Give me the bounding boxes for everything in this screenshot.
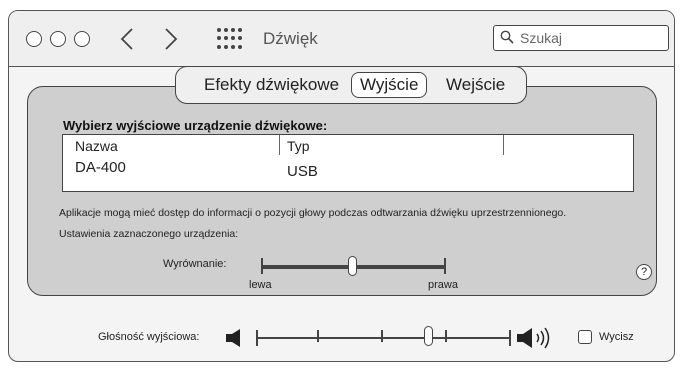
- search-icon: [500, 30, 514, 44]
- output-volume-label: Głośność wyjściowa:: [98, 331, 200, 343]
- search-input[interactable]: Szukaj: [493, 25, 669, 51]
- device-settings-heading: Ustawienia zaznaczonego urządzenia:: [59, 228, 239, 240]
- search-placeholder: Szukaj: [520, 30, 563, 46]
- device-type: USB: [287, 163, 318, 180]
- mute-label: Wycisz: [599, 331, 634, 343]
- balance-label: Wyrównanie:: [163, 258, 227, 270]
- column-divider: [503, 135, 504, 155]
- volume-tick: [256, 330, 258, 346]
- volume-tick: [381, 330, 383, 342]
- help-button[interactable]: ?: [636, 264, 652, 280]
- balance-left-label: lewa: [249, 279, 272, 291]
- volume-tick: [445, 330, 447, 342]
- chevron-right-icon[interactable]: [159, 25, 183, 53]
- tab-bar: Efekty dźwiękowe Wyjście Wejście: [175, 66, 527, 104]
- title-bar: Dźwięk Szukaj: [9, 11, 674, 67]
- mute-checkbox[interactable]: [578, 330, 592, 344]
- balance-slider-knob[interactable]: [348, 256, 357, 276]
- balance-tick-right: [444, 258, 446, 274]
- speaker-high-icon: [517, 327, 550, 349]
- column-divider: [279, 135, 280, 155]
- device-heading: Wybierz wyjściowe urządzenie dźwiękowe:: [63, 118, 328, 133]
- window-title: Dźwięk: [263, 29, 318, 48]
- output-volume-knob[interactable]: [424, 326, 433, 346]
- tab-output[interactable]: Wyjście: [351, 72, 428, 98]
- device-table: Nazwa Typ DA-400 USB: [62, 134, 634, 192]
- column-header-name[interactable]: Nazwa: [75, 138, 118, 154]
- spatial-audio-info: Aplikacje mogą mieć dostęp do informacji…: [59, 207, 567, 219]
- zoom-window-button[interactable]: [74, 31, 90, 47]
- tab-sound-effects[interactable]: Efekty dźwiękowe: [204, 75, 339, 95]
- balance-tick-left: [261, 258, 263, 274]
- volume-tick: [317, 330, 319, 342]
- minimize-window-button[interactable]: [50, 31, 66, 47]
- column-header-type[interactable]: Typ: [287, 138, 310, 154]
- speaker-low-icon: [226, 329, 240, 347]
- output-volume-slider[interactable]: [256, 337, 510, 339]
- tab-input[interactable]: Wejście: [446, 75, 505, 95]
- device-name: DA-400: [75, 159, 126, 176]
- chevron-left-icon[interactable]: [115, 25, 139, 53]
- grid-icon[interactable]: [217, 28, 243, 50]
- balance-right-label: prawa: [428, 279, 458, 291]
- close-window-button[interactable]: [26, 31, 42, 47]
- volume-tick: [509, 330, 511, 346]
